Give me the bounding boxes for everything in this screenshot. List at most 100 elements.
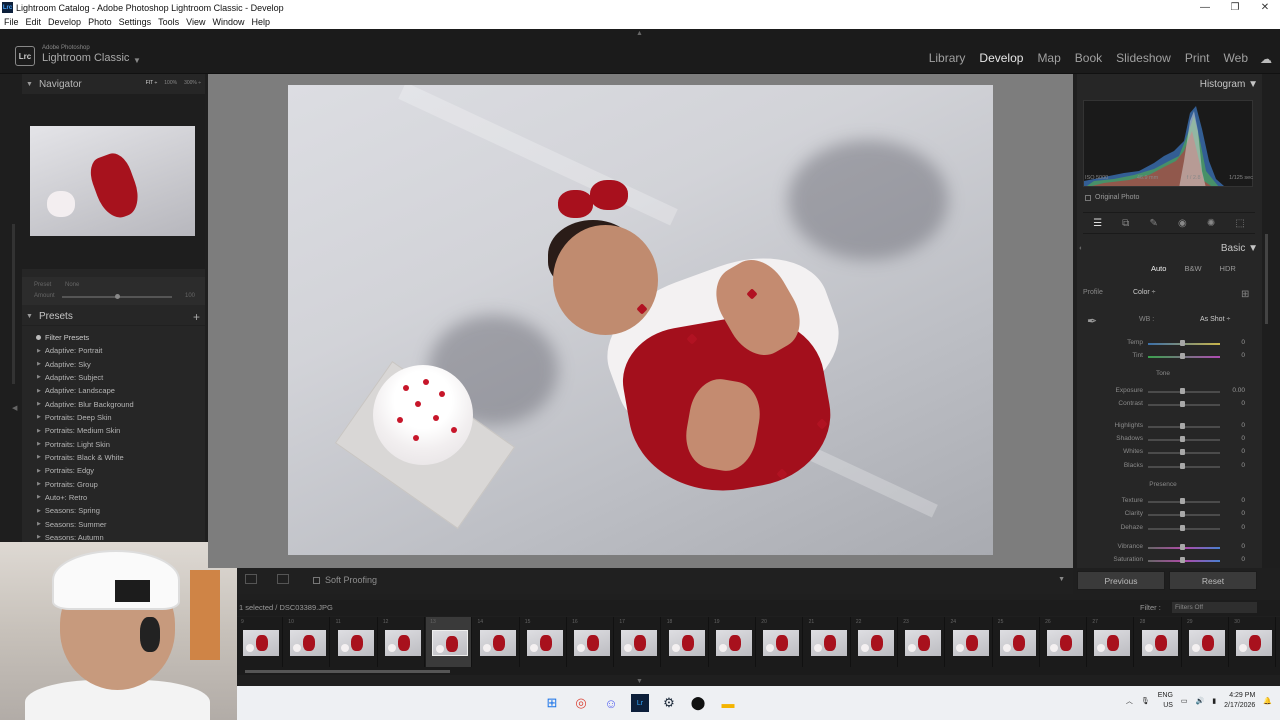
loupe-view-icon[interactable]: [245, 574, 257, 584]
right-panel-scrollbar[interactable]: [1265, 234, 1268, 324]
visibility-eye-icon[interactable]: ◐: [1079, 245, 1083, 252]
expand-triangle-icon[interactable]: ▶: [37, 521, 41, 527]
collapse-triangle-icon[interactable]: ▼: [1248, 243, 1258, 254]
lightroom-taskbar-icon[interactable]: Lr: [631, 694, 649, 712]
filmstrip-thumbnail[interactable]: 11: [332, 617, 378, 667]
menu-help[interactable]: Help: [252, 17, 271, 27]
filmstrip-thumbnail[interactable]: 16: [568, 617, 615, 667]
selection-info[interactable]: 1 selected / DSC03389.JPG: [239, 603, 333, 612]
slider-value[interactable]: 0: [1241, 422, 1245, 429]
preset-group-item[interactable]: ▶ Auto+: Retro: [22, 491, 205, 504]
slider-knob[interactable]: [1180, 423, 1185, 429]
slider-knob[interactable]: [1180, 525, 1185, 531]
expand-triangle-icon[interactable]: ▶: [37, 441, 41, 447]
preset-group-item[interactable]: ▶ Adaptive: Subject: [22, 371, 205, 384]
expand-triangle-icon[interactable]: ▶: [37, 494, 41, 500]
module-slideshow[interactable]: Slideshow: [1116, 51, 1171, 65]
filmstrip-thumbnail[interactable]: 22: [852, 617, 898, 667]
edit-sliders-icon[interactable]: ☰: [1093, 218, 1102, 229]
expand-triangle-icon[interactable]: ▶: [37, 401, 41, 407]
slider-value[interactable]: 0: [1241, 448, 1245, 455]
soft-proofing-toggle[interactable]: Soft Proofing: [313, 575, 377, 585]
collapse-filmstrip-icon[interactable]: ▼: [636, 678, 643, 685]
expand-triangle-icon[interactable]: ▶: [37, 508, 41, 514]
cloud-sync-icon[interactable]: ☁: [1260, 52, 1272, 66]
navigator-header[interactable]: ▼ Navigator FIT ÷ 100% 300% ÷: [22, 74, 205, 94]
toolbar-menu-caret-icon[interactable]: ▼: [1058, 576, 1065, 583]
filmstrip-thumbnail[interactable]: 17: [615, 617, 662, 667]
volume-icon[interactable]: 🔊: [1196, 697, 1205, 705]
chrome-icon[interactable]: ◎: [572, 694, 590, 712]
slider-knob[interactable]: [1180, 449, 1185, 455]
filmstrip-thumbnail[interactable]: 10: [284, 617, 331, 667]
slider-value[interactable]: 0: [1241, 543, 1245, 550]
filmstrip-thumbnail[interactable]: 20: [757, 617, 804, 667]
slider-knob[interactable]: [1180, 340, 1185, 346]
collapse-triangle-icon[interactable]: ▼: [26, 81, 33, 88]
profile-browser-icon[interactable]: ⊞: [1241, 289, 1249, 300]
slider-knob[interactable]: [1180, 511, 1185, 517]
module-develop[interactable]: Develop: [979, 51, 1023, 65]
wb-eyedropper-icon[interactable]: ✒: [1087, 314, 1107, 334]
presets-header[interactable]: ▼ Presets +: [22, 308, 205, 326]
main-photo[interactable]: [288, 85, 993, 555]
bw-button[interactable]: B&W: [1184, 264, 1201, 273]
slider-knob[interactable]: [1180, 401, 1185, 407]
collapse-left-panel-icon[interactable]: ◀: [12, 404, 17, 412]
filmstrip-thumbnail[interactable]: 12: [379, 617, 425, 667]
preset-group-item[interactable]: ▶ Adaptive: Sky: [22, 357, 205, 370]
collapse-triangle-icon[interactable]: ▼: [26, 313, 33, 320]
image-canvas[interactable]: [208, 74, 1073, 568]
expand-triangle-icon[interactable]: ▶: [37, 481, 41, 487]
filmstrip-thumbnail[interactable]: 29: [1183, 617, 1229, 667]
microphone-icon[interactable]: 🎙: [1141, 697, 1150, 705]
preset-group-item[interactable]: ▶ Adaptive: Landscape: [22, 384, 205, 397]
healing-brush-icon[interactable]: ✎: [1149, 218, 1157, 229]
notification-bell-icon[interactable]: 🔔: [1263, 697, 1272, 705]
filter-presets[interactable]: Filter Presets: [22, 330, 205, 344]
preset-group-item[interactable]: ▶ Portraits: Group: [22, 477, 205, 490]
add-preset-icon[interactable]: +: [193, 310, 200, 324]
preset-group-item[interactable]: ▶ Portraits: Black & White: [22, 451, 205, 464]
filmstrip-scrollbar[interactable]: [237, 669, 1280, 675]
preset-group-item[interactable]: ▶ Adaptive: Portrait: [22, 344, 205, 357]
expand-triangle-icon[interactable]: ▶: [37, 534, 41, 540]
filmstrip-thumbnail[interactable]: 26: [1041, 617, 1088, 667]
windows-start-icon[interactable]: ⊞: [543, 694, 561, 712]
expand-triangle-icon[interactable]: ▶: [37, 388, 41, 394]
expand-triangle-icon[interactable]: ▶: [37, 374, 41, 380]
filmstrip-thumbnail[interactable]: 18: [663, 617, 709, 667]
filmstrip-thumbnail[interactable]: 24: [947, 617, 993, 667]
slider-knob[interactable]: [1180, 498, 1185, 504]
filmstrip-thumbnail[interactable]: 13: [426, 617, 473, 667]
menu-settings[interactable]: Settings: [119, 17, 152, 27]
previous-button[interactable]: Previous: [1077, 571, 1165, 590]
slider-knob[interactable]: [1180, 557, 1185, 563]
collapse-triangle-icon[interactable]: ▼: [1248, 79, 1258, 90]
slider-knob[interactable]: [1180, 463, 1185, 469]
zoom-300[interactable]: 300% ÷: [184, 80, 201, 86]
menu-view[interactable]: View: [186, 17, 205, 27]
crop-icon[interactable]: ⧉: [1122, 218, 1129, 229]
filmstrip-thumbnail[interactable]: 9: [237, 617, 283, 667]
tray-overflow-icon[interactable]: ︿: [1126, 696, 1133, 706]
filmstrip-thumbnail[interactable]: 27: [1088, 617, 1135, 667]
expand-triangle-icon[interactable]: ▶: [37, 428, 41, 434]
app-icon[interactable]: ⬤: [689, 694, 707, 712]
profile-select[interactable]: Color ÷: [1133, 289, 1156, 296]
slider-value[interactable]: 0: [1241, 352, 1245, 359]
network-icon[interactable]: ▭: [1181, 697, 1188, 705]
module-print[interactable]: Print: [1185, 51, 1210, 65]
filmstrip-thumbnail[interactable]: 25: [994, 617, 1040, 667]
module-library[interactable]: Library: [929, 51, 966, 65]
hdr-button[interactable]: HDR: [1220, 264, 1236, 273]
slider-knob[interactable]: [1180, 544, 1185, 550]
menu-tools[interactable]: Tools: [158, 17, 179, 27]
navigator-thumbnail[interactable]: [30, 126, 195, 236]
collapse-top-panel-icon[interactable]: ▲: [636, 30, 643, 37]
module-web[interactable]: Web: [1224, 51, 1248, 65]
amount-slider-knob[interactable]: [115, 294, 120, 299]
compare-view-icon[interactable]: [277, 574, 289, 584]
steam-icon[interactable]: ⚙: [660, 694, 678, 712]
presets-icon[interactable]: ⬚: [1235, 218, 1244, 229]
